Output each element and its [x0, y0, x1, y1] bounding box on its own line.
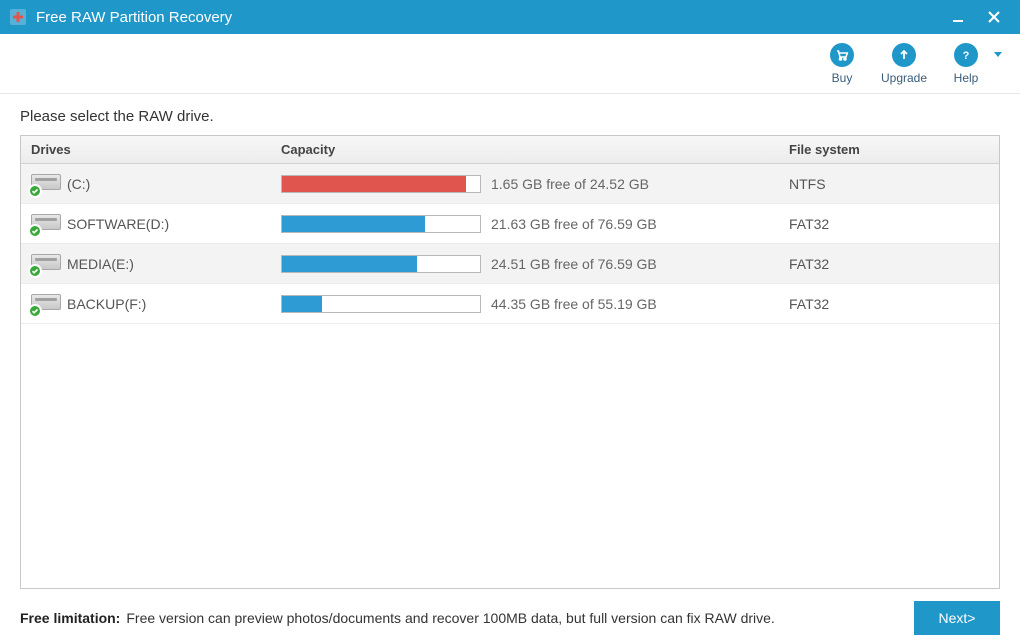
drive-name: (C:)	[67, 176, 90, 192]
minimize-button[interactable]	[940, 0, 976, 34]
svg-text:?: ?	[963, 50, 970, 62]
chevron-down-icon[interactable]	[994, 52, 1002, 57]
cart-icon	[830, 43, 854, 67]
capacity-bar	[281, 295, 481, 313]
drive-cell: (C:)	[21, 172, 271, 196]
limitation-text: Free version can preview photos/document…	[126, 610, 774, 626]
drive-icon	[31, 292, 61, 316]
capacity-cell: 21.63 GB free of 76.59 GB	[271, 215, 779, 233]
capacity-text: 44.35 GB free of 55.19 GB	[491, 296, 657, 312]
drive-table: Drives Capacity File system (C:) 1.65 GB …	[20, 135, 1000, 589]
capacity-bar	[281, 215, 481, 233]
drive-cell: SOFTWARE(D:)	[21, 212, 271, 236]
main-panel: Please select the RAW drive. Drives Capa…	[0, 94, 1020, 589]
help-button[interactable]: ? Help	[942, 43, 990, 85]
filesystem-cell: FAT32	[779, 216, 999, 232]
column-header-fs[interactable]: File system	[779, 142, 999, 157]
help-label: Help	[954, 71, 979, 85]
limitation-label: Free limitation:	[20, 610, 120, 626]
drive-name: SOFTWARE(D:)	[67, 216, 169, 232]
app-title: Free RAW Partition Recovery	[36, 9, 232, 26]
upgrade-icon	[892, 43, 916, 67]
table-row[interactable]: BACKUP(F:) 44.35 GB free of 55.19 GB FAT32	[21, 284, 999, 324]
drive-icon	[31, 252, 61, 276]
table-row[interactable]: SOFTWARE(D:) 21.63 GB free of 76.59 GB FAT…	[21, 204, 999, 244]
instruction-text: Please select the RAW drive.	[20, 108, 1000, 125]
help-icon: ?	[954, 43, 978, 67]
upgrade-button[interactable]: Upgrade	[880, 43, 928, 85]
drive-icon	[31, 212, 61, 236]
capacity-cell: 24.51 GB free of 76.59 GB	[271, 255, 779, 273]
capacity-text: 1.65 GB free of 24.52 GB	[491, 176, 649, 192]
drive-cell: MEDIA(E:)	[21, 252, 271, 276]
drive-icon	[31, 172, 61, 196]
drive-cell: BACKUP(F:)	[21, 292, 271, 316]
titlebar: Free RAW Partition Recovery	[0, 0, 1020, 34]
drive-name: MEDIA(E:)	[67, 256, 134, 272]
close-button[interactable]	[976, 0, 1012, 34]
filesystem-cell: FAT32	[779, 256, 999, 272]
bottom-bar: Free limitation: Free version can previe…	[0, 596, 1020, 640]
drive-name: BACKUP(F:)	[67, 296, 146, 312]
capacity-bar	[281, 175, 481, 193]
capacity-text: 24.51 GB free of 76.59 GB	[491, 256, 657, 272]
capacity-cell: 1.65 GB free of 24.52 GB	[271, 175, 779, 193]
capacity-bar	[281, 255, 481, 273]
table-row[interactable]: (C:) 1.65 GB free of 24.52 GB NTFS	[21, 164, 999, 204]
capacity-text: 21.63 GB free of 76.59 GB	[491, 216, 657, 232]
buy-button[interactable]: Buy	[818, 43, 866, 85]
next-button[interactable]: Next>	[914, 601, 1000, 635]
filesystem-cell: NTFS	[779, 176, 999, 192]
filesystem-cell: FAT32	[779, 296, 999, 312]
capacity-cell: 44.35 GB free of 55.19 GB	[271, 295, 779, 313]
toolbar: Buy Upgrade ? Help	[0, 34, 1020, 94]
column-header-drives[interactable]: Drives	[21, 142, 271, 157]
table-row[interactable]: MEDIA(E:) 24.51 GB free of 76.59 GB FAT32	[21, 244, 999, 284]
column-header-capacity[interactable]: Capacity	[271, 142, 779, 157]
upgrade-label: Upgrade	[881, 71, 927, 85]
buy-label: Buy	[832, 71, 853, 85]
app-icon	[8, 7, 28, 27]
table-header: Drives Capacity File system	[21, 136, 999, 164]
